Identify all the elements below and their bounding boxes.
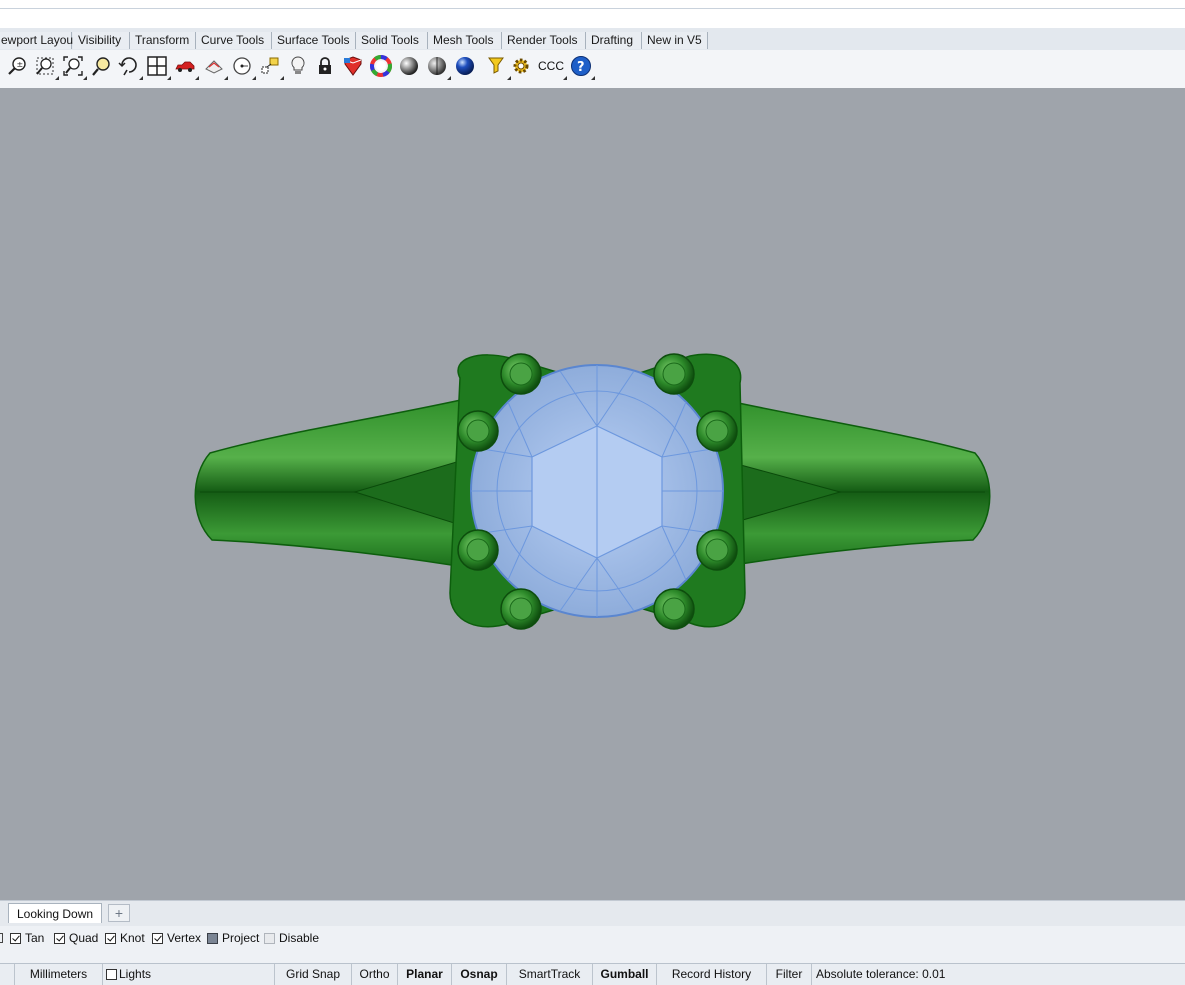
zoom-all-icon[interactable] bbox=[61, 54, 87, 80]
tab-curve-tools[interactable]: Curve Tools bbox=[196, 32, 272, 49]
checkbox-icon[interactable] bbox=[207, 932, 218, 944]
status-smarttrack[interactable]: SmartTrack bbox=[507, 964, 593, 985]
osnap-disable[interactable]: Disable bbox=[264, 930, 319, 946]
ccc-label[interactable]: CCC bbox=[537, 54, 567, 80]
osnap-knot[interactable]: Knot bbox=[105, 930, 145, 946]
tab-render-tools[interactable]: Render Tools bbox=[502, 32, 586, 49]
named-view-icon[interactable] bbox=[202, 54, 228, 80]
tab-visibility[interactable]: Visibility bbox=[73, 32, 130, 49]
title-strip bbox=[0, 0, 1185, 28]
osnap-disable-label: Disable bbox=[279, 931, 320, 945]
tab-mesh-tools[interactable]: Mesh Tools bbox=[428, 32, 502, 49]
zoom-selected-icon[interactable] bbox=[90, 54, 114, 78]
layer-color-icon[interactable] bbox=[341, 54, 365, 78]
status-planar[interactable]: Planar bbox=[398, 964, 452, 985]
color-wheel-icon[interactable] bbox=[369, 54, 393, 78]
status-filter[interactable]: Filter bbox=[767, 964, 812, 985]
svg-text:?: ? bbox=[577, 60, 585, 75]
settings-gear-icon[interactable] bbox=[509, 54, 533, 78]
tab-solid-tools[interactable]: Solid Tools bbox=[356, 32, 428, 49]
toolbar-tab-bar: ewport Layout Visibility Transform Curve… bbox=[0, 28, 1185, 51]
status-record-history[interactable]: Record History bbox=[657, 964, 767, 985]
filter-icon[interactable] bbox=[485, 54, 511, 80]
help-icon[interactable]: ? bbox=[569, 54, 595, 80]
status-layer[interactable]: Lights bbox=[103, 964, 275, 985]
status-gumball[interactable]: Gumball bbox=[593, 964, 657, 985]
viewport-top[interactable] bbox=[0, 88, 1185, 900]
viewport-tab-bar: Looking Down + bbox=[0, 900, 1185, 927]
osnap-project-label: Project bbox=[222, 931, 260, 945]
rotate-view-icon[interactable] bbox=[117, 54, 143, 80]
status-osnap[interactable]: Osnap bbox=[452, 964, 507, 985]
status-units[interactable]: Millimeters bbox=[15, 964, 103, 985]
status-left-pane bbox=[0, 964, 15, 985]
render-sphere-icon[interactable] bbox=[425, 54, 451, 80]
checkbox-icon[interactable] bbox=[152, 932, 163, 944]
status-ortho[interactable]: Ortho bbox=[352, 964, 398, 985]
checkbox-icon[interactable] bbox=[105, 932, 116, 944]
zoom-window-icon[interactable] bbox=[33, 54, 59, 80]
tab-drafting[interactable]: Drafting bbox=[586, 32, 642, 49]
lock-icon[interactable] bbox=[313, 54, 337, 78]
add-viewport-tab-button[interactable]: + bbox=[108, 904, 130, 922]
tab-viewport-layout[interactable]: ewport Layout bbox=[0, 32, 76, 49]
osnap-vertex[interactable]: Vertex bbox=[152, 930, 201, 946]
checkbox-icon[interactable] bbox=[10, 932, 21, 944]
circle-point-icon[interactable] bbox=[230, 54, 256, 80]
layer-color-swatch bbox=[106, 969, 117, 980]
tab-surface-tools[interactable]: Surface Tools bbox=[272, 32, 356, 49]
svg-text:±: ± bbox=[17, 60, 24, 69]
viewport-tab-looking-down[interactable]: Looking Down bbox=[8, 903, 103, 923]
osnap-partial-icon bbox=[0, 930, 3, 946]
blue-sphere-icon[interactable] bbox=[453, 54, 477, 78]
osnap-tan[interactable]: Tan bbox=[10, 930, 44, 946]
status-bar: Millimeters Lights Grid Snap Ortho Plana… bbox=[0, 963, 1185, 985]
osnap-vertex-label: Vertex bbox=[167, 931, 202, 945]
osnap-quad-label: Quad bbox=[69, 931, 99, 945]
status-tolerance: Absolute tolerance: 0.01 bbox=[816, 967, 946, 981]
ring-model[interactable] bbox=[0, 88, 1185, 900]
status-grid-snap[interactable]: Grid Snap bbox=[275, 964, 352, 985]
main-toolbar: ± CCC ? bbox=[0, 50, 1185, 89]
four-viewports-icon[interactable] bbox=[145, 54, 171, 80]
osnap-quad[interactable]: Quad bbox=[54, 930, 98, 946]
car-shaded-icon[interactable] bbox=[173, 54, 199, 80]
osnap-tan-label: Tan bbox=[25, 931, 45, 945]
tab-transform[interactable]: Transform bbox=[130, 32, 196, 49]
zoom-extents-icon[interactable]: ± bbox=[5, 54, 29, 78]
checkbox-icon[interactable] bbox=[54, 932, 65, 944]
tab-new-in-v5[interactable]: New in V5 bbox=[642, 32, 708, 49]
osnap-project[interactable]: Project bbox=[207, 930, 259, 946]
osnap-bar: Tan Quad Knot Vertex Project Disable bbox=[0, 926, 1185, 963]
shade-sphere-icon[interactable] bbox=[397, 54, 421, 78]
checkbox-icon[interactable] bbox=[264, 932, 275, 944]
status-layer-label: Lights bbox=[119, 967, 152, 981]
ccc-text: CCC bbox=[538, 59, 564, 73]
osnap-knot-label: Knot bbox=[120, 931, 145, 945]
light-bulb-icon[interactable] bbox=[286, 54, 310, 78]
object-snap-icon[interactable] bbox=[258, 54, 284, 80]
